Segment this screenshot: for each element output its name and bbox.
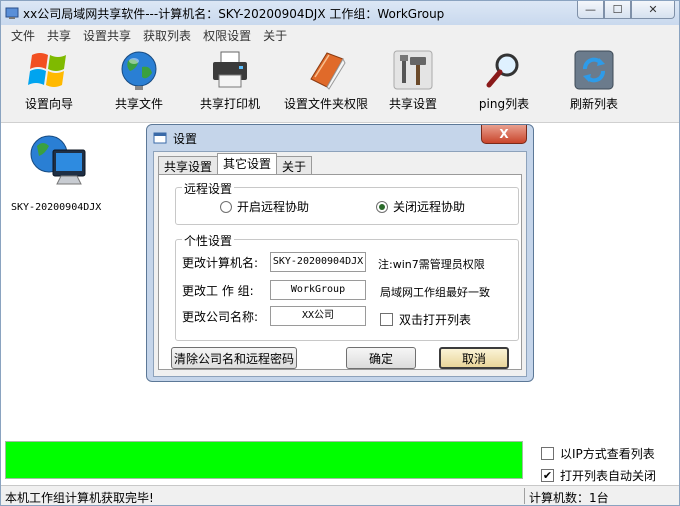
menu-bar: 文件 共享 设置共享 获取列表 权限设置 关于 [1, 25, 679, 45]
tools-icon [393, 50, 433, 90]
magnifier-icon [486, 53, 519, 88]
enable-remote-radio[interactable] [220, 200, 232, 213]
remote-settings-title: 远程设置 [182, 180, 235, 197]
menu-permissions[interactable]: 权限设置 [197, 27, 257, 44]
tab-share-settings[interactable]: 共享设置 [158, 156, 219, 174]
refresh-icon [574, 50, 614, 90]
disable-remote-label: 关闭远程协助 [393, 200, 466, 214]
share-settings-button[interactable]: 共享设置 [368, 49, 458, 119]
window-title: xx公司局域网共享软件---计算机名：SKY-20200904DJX 工作组：W… [23, 7, 445, 21]
dialog-body: 共享设置 其它设置 关于 远程设置 开启远程协助 关闭远程协助 个性设置 更改计… [153, 151, 527, 377]
tab-strip: 共享设置 其它设置 关于 [158, 153, 313, 174]
menu-get-list[interactable]: 获取列表 [137, 27, 197, 44]
toolbar: 设置向导 共享文件 共享打印机 设置文件夹权限 共享设置 ping列表 刷新列表 [1, 45, 679, 123]
list-item[interactable]: SKY-20200904DJX [11, 130, 111, 213]
enable-remote-label: 开启远程协助 [237, 200, 310, 214]
window-controls: — ☐ ✕ [577, 1, 675, 19]
progress-bar [5, 441, 523, 479]
tab-other-settings[interactable]: 其它设置 [217, 153, 278, 174]
dialog-close-button[interactable]: X [481, 125, 527, 144]
company-name-field[interactable]: XX公司 [270, 306, 366, 326]
dblclick-open-option[interactable]: 双击打开列表 [380, 311, 471, 328]
share-printer-label: 共享打印机 [199, 97, 260, 111]
disable-remote-radio[interactable] [376, 200, 388, 213]
dialog-app-icon [153, 132, 167, 144]
personal-settings-title: 个性设置 [182, 232, 235, 249]
auto-close-checkbox[interactable]: ✔ [541, 468, 554, 482]
computer-count: 计算机数：1台 [529, 491, 609, 505]
share-file-label: 共享文件 [114, 97, 163, 111]
computer-name-note: 注:win7需管理员权限 [378, 258, 485, 271]
folder-permission-label: 设置文件夹权限 [283, 97, 368, 111]
refresh-list-label: 刷新列表 [569, 97, 618, 111]
ip-view-option[interactable]: 以IP方式查看列表 [541, 442, 656, 464]
setup-wizard-label: 设置向导 [24, 97, 73, 111]
auto-close-option[interactable]: ✔ 打开列表自动关闭 [541, 464, 656, 486]
ping-list-button[interactable]: ping列表 [459, 49, 549, 119]
share-file-button[interactable]: 共享文件 [94, 49, 184, 119]
status-bar: 本机工作组计算机获取完毕! 计算机数：1台 [1, 485, 679, 505]
computer-name-field[interactable]: SKY-20200904DJX [270, 252, 366, 272]
computer-name: SKY-20200904DJX [11, 202, 102, 213]
enable-remote-option[interactable]: 开启远程协助 [220, 198, 309, 215]
menu-file[interactable]: 文件 [5, 27, 41, 44]
globe-icon [121, 51, 157, 90]
status-divider [524, 488, 525, 504]
close-button[interactable]: ✕ [631, 1, 675, 19]
ping-list-label: ping列表 [478, 97, 530, 111]
disable-remote-option[interactable]: 关闭远程协助 [376, 198, 465, 215]
share-printer-button[interactable]: 共享打印机 [185, 49, 275, 119]
ip-view-label: 以IP方式查看列表 [560, 446, 655, 461]
app-icon [5, 7, 19, 19]
menu-about[interactable]: 关于 [257, 27, 293, 44]
ok-button[interactable]: 确定 [346, 347, 416, 369]
tab-panel: 远程设置 开启远程协助 关闭远程协助 个性设置 更改计算机名: SKY-2020… [158, 174, 522, 370]
menu-share[interactable]: 共享 [41, 27, 77, 44]
refresh-list-button[interactable]: 刷新列表 [549, 49, 639, 119]
clear-company-button[interactable]: 清除公司名和远程密码 [171, 347, 297, 369]
settings-dialog: 设置 X 共享设置 其它设置 关于 远程设置 开启远程协助 关闭远程协助 个性设… [146, 124, 534, 382]
title-bar: xx公司局域网共享软件---计算机名：SKY-20200904DJX 工作组：W… [1, 1, 679, 25]
maximize-button[interactable]: ☐ [604, 1, 631, 19]
workgroup-note: 局域网工作组最好一致 [380, 286, 490, 299]
tab-about[interactable]: 关于 [276, 156, 313, 174]
cancel-button[interactable]: 取消 [439, 347, 509, 369]
setup-wizard-button[interactable]: 设置向导 [4, 49, 94, 119]
list-options: 以IP方式查看列表 ✔ 打开列表自动关闭 [541, 442, 656, 486]
windows-logo-icon [28, 53, 66, 87]
ip-view-checkbox[interactable] [541, 446, 554, 460]
folder-permission-button[interactable]: 设置文件夹权限 [276, 49, 376, 119]
remote-settings-group: 远程设置 开启远程协助 关闭远程协助 [175, 180, 519, 225]
workgroup-label: 更改工 作 组: [182, 284, 254, 298]
networked-computer-icon [30, 135, 86, 185]
book-icon [310, 52, 346, 90]
dblclick-open-checkbox[interactable] [380, 313, 393, 326]
status-message: 本机工作组计算机获取完毕! [5, 491, 154, 505]
printer-icon [213, 51, 247, 88]
dialog-title-bar: 设置 X [147, 125, 533, 149]
personal-settings-group: 个性设置 更改计算机名: SKY-20200904DJX 注:win7需管理员权… [175, 232, 519, 341]
share-settings-label: 共享设置 [388, 97, 437, 111]
minimize-button[interactable]: — [577, 1, 604, 19]
dialog-title: 设置 [173, 132, 198, 146]
auto-close-label: 打开列表自动关闭 [560, 468, 657, 483]
menu-set-share[interactable]: 设置共享 [77, 27, 137, 44]
dblclick-open-label: 双击打开列表 [399, 313, 472, 327]
computer-name-label: 更改计算机名: [182, 256, 259, 270]
company-name-label: 更改公司名称: [182, 310, 259, 324]
workgroup-field[interactable]: WorkGroup [270, 280, 366, 300]
